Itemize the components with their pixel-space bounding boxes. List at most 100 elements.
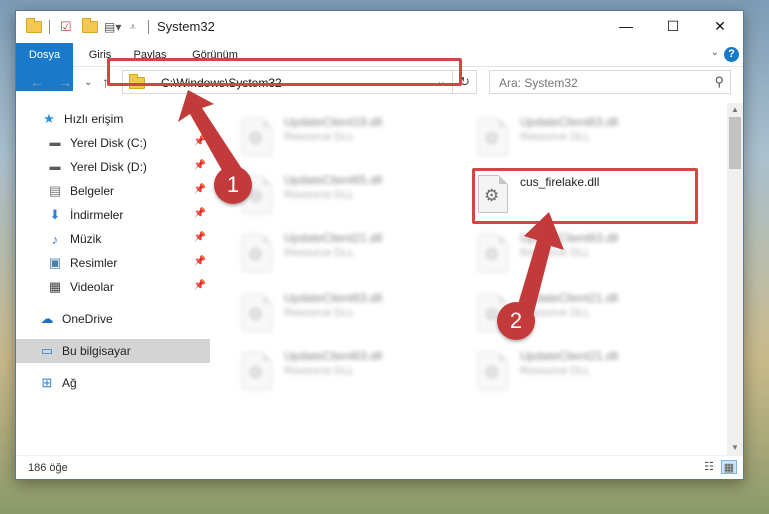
help-icon[interactable]: ? xyxy=(724,47,739,62)
file-type: Resource DLL xyxy=(284,189,355,201)
sidebar-item-label: Müzik xyxy=(70,232,102,246)
folder-icon xyxy=(26,18,42,33)
search-input[interactable]: Ara: System32 xyxy=(499,76,578,90)
dll-file-icon: ⚙ xyxy=(478,352,508,390)
title-bar: ☑ ▤▾ ⩡ System32 — ☐ ✕ xyxy=(16,11,743,43)
sidebar-item-label: OneDrive xyxy=(62,312,113,326)
scroll-down-icon[interactable]: ▼ xyxy=(727,441,743,455)
file-name: UpdateClient63.dll xyxy=(520,115,619,129)
new-folder-icon[interactable] xyxy=(82,18,98,33)
pin-icon: 📌 xyxy=(193,280,206,291)
download-icon: ⬇ xyxy=(49,207,61,222)
sidebar-item-drive-c[interactable]: ▬ Yerel Disk (C:) 📌 xyxy=(16,131,210,155)
expand-ribbon-icon[interactable]: ⌄ xyxy=(711,47,719,58)
drive-icon: ▬ xyxy=(49,161,61,173)
file-name: UpdateClient19.dll xyxy=(284,115,383,129)
dll-file-icon: ⚙ xyxy=(242,352,272,390)
file-item[interactable]: ⚙ UpdateClient19.dll Resource DLL xyxy=(212,113,438,161)
cloud-icon: ☁ xyxy=(40,311,54,326)
file-name: UpdateClient21.dll xyxy=(520,291,619,305)
file-list: ⚙ UpdateClient19.dll Resource DLL ⚙ Upda… xyxy=(212,103,727,448)
file-item[interactable]: ⚙ UpdateClient21.dll Resource DLL xyxy=(448,289,674,337)
computer-icon: ▭ xyxy=(40,343,54,358)
navigation-pane: ★ Hızlı erişim ▬ Yerel Disk (C:) 📌 ▬ Yer… xyxy=(16,103,212,453)
pin-icon: 📌 xyxy=(193,136,206,147)
pin-icon: 📌 xyxy=(193,184,206,195)
sidebar-item-label: Yerel Disk (D:) xyxy=(70,160,147,174)
item-count: 186 öğe xyxy=(28,462,68,474)
file-item[interactable]: ⚙ UpdateClient21.dll Resource DLL xyxy=(212,229,438,277)
file-item[interactable]: ⚙ UpdateClient63.dll Resource DLL xyxy=(448,113,674,161)
file-name: UpdateClient63.dll xyxy=(520,231,619,245)
dll-file-icon: ⚙ xyxy=(242,234,272,272)
file-type: Resource DLL xyxy=(520,365,591,377)
sidebar-item-documents[interactable]: ▤ Belgeler 📌 xyxy=(16,179,210,203)
title-divider xyxy=(148,20,149,34)
sidebar-item-drive-d[interactable]: ▬ Yerel Disk (D:) 📌 xyxy=(16,155,210,179)
gear-icon: ⚙ xyxy=(248,305,264,324)
minimize-button[interactable]: — xyxy=(603,11,649,41)
large-icons-view-icon[interactable]: ▦ xyxy=(721,460,737,474)
vertical-scrollbar[interactable]: ▲ ▼ xyxy=(727,103,743,455)
pin-icon: 📌 xyxy=(193,160,206,171)
sidebar-item-label: Videolar xyxy=(70,280,114,294)
sidebar-item-label: Belgeler xyxy=(70,184,115,198)
sidebar-item-this-pc[interactable]: ▭ Bu bilgisayar xyxy=(16,339,210,363)
sidebar-item-network[interactable]: ⊞ Ağ xyxy=(16,371,210,395)
gear-icon: ⚙ xyxy=(248,363,264,382)
sidebar-item-videos[interactable]: ▦ Videolar 📌 xyxy=(16,275,210,299)
file-highlight xyxy=(472,168,698,224)
customize-toolbar-icon[interactable]: ▤▾ xyxy=(104,18,121,36)
gear-icon: ⚙ xyxy=(484,245,500,264)
file-name: UpdateClient21.dll xyxy=(284,231,383,245)
toolbar-dropdown-icon[interactable]: ⩡ xyxy=(130,18,136,36)
dll-file-icon: ⚙ xyxy=(478,118,508,156)
network-icon: ⊞ xyxy=(41,375,53,390)
file-name: UpdateClient63.dll xyxy=(284,349,383,363)
search-box[interactable]: Ara: System32 ⚲ xyxy=(489,70,731,94)
scroll-thumb[interactable] xyxy=(729,117,741,169)
quick-access-toolbar xyxy=(26,18,42,36)
file-item[interactable]: ⚙ UpdateClient63.dll Resource DLL xyxy=(448,229,674,277)
search-icon[interactable]: ⚲ xyxy=(714,74,724,90)
file-type: Resource DLL xyxy=(520,247,591,259)
dll-file-icon: ⚙ xyxy=(242,118,272,156)
scroll-up-icon[interactable]: ▲ xyxy=(727,103,743,117)
sidebar-item-pictures[interactable]: ▣ Resimler 📌 xyxy=(16,251,210,275)
sidebar-item-onedrive[interactable]: ☁ OneDrive xyxy=(16,307,210,331)
pictures-icon: ▣ xyxy=(48,255,62,270)
file-type: Resource DLL xyxy=(284,307,355,319)
back-button[interactable]: ← xyxy=(30,74,44,90)
documents-icon: ▤ xyxy=(48,183,62,198)
sidebar-item-label: Yerel Disk (C:) xyxy=(70,136,147,150)
file-item[interactable]: ⚙ UpdateClient63.dll Resource DLL xyxy=(212,347,438,395)
pin-icon: 📌 xyxy=(193,208,206,219)
maximize-button[interactable]: ☐ xyxy=(650,11,696,41)
sidebar-item-downloads[interactable]: ⬇ İndirmeler 📌 xyxy=(16,203,210,227)
toolbar-divider xyxy=(49,20,50,34)
file-name: UpdateClient63.dll xyxy=(284,291,383,305)
gear-icon: ⚙ xyxy=(484,363,500,382)
sidebar-item-label: Bu bilgisayar xyxy=(62,344,131,358)
gear-icon: ⚙ xyxy=(248,245,264,264)
sidebar-item-label: Hızlı erişim xyxy=(64,112,124,126)
music-icon: ♪ xyxy=(51,231,59,247)
sidebar-item-quick-access[interactable]: ★ Hızlı erişim xyxy=(16,107,210,131)
pin-icon: 📌 xyxy=(193,232,206,243)
file-item[interactable]: ⚙ UpdateClient21.dll Resource DLL xyxy=(448,347,674,395)
close-button[interactable]: ✕ xyxy=(697,11,743,41)
file-type: Resource DLL xyxy=(284,247,355,259)
sidebar-item-music[interactable]: ♪ Müzik 📌 xyxy=(16,227,210,251)
recent-locations-icon[interactable]: ⌄ xyxy=(84,77,92,88)
callout-2: 2 xyxy=(497,302,535,340)
properties-icon[interactable]: ☑ xyxy=(60,18,72,36)
pin-icon: 📌 xyxy=(193,256,206,267)
callout-1: 1 xyxy=(214,166,252,204)
details-view-icon[interactable]: ☷ xyxy=(701,460,717,474)
file-name: UpdateClient21.dll xyxy=(520,349,619,363)
file-type: Resource DLL xyxy=(284,131,355,143)
dll-file-icon: ⚙ xyxy=(242,294,272,332)
dll-file-icon: ⚙ xyxy=(478,234,508,272)
forward-button[interactable]: → xyxy=(58,74,72,90)
file-item[interactable]: ⚙ UpdateClient63.dll Resource DLL xyxy=(212,289,438,337)
